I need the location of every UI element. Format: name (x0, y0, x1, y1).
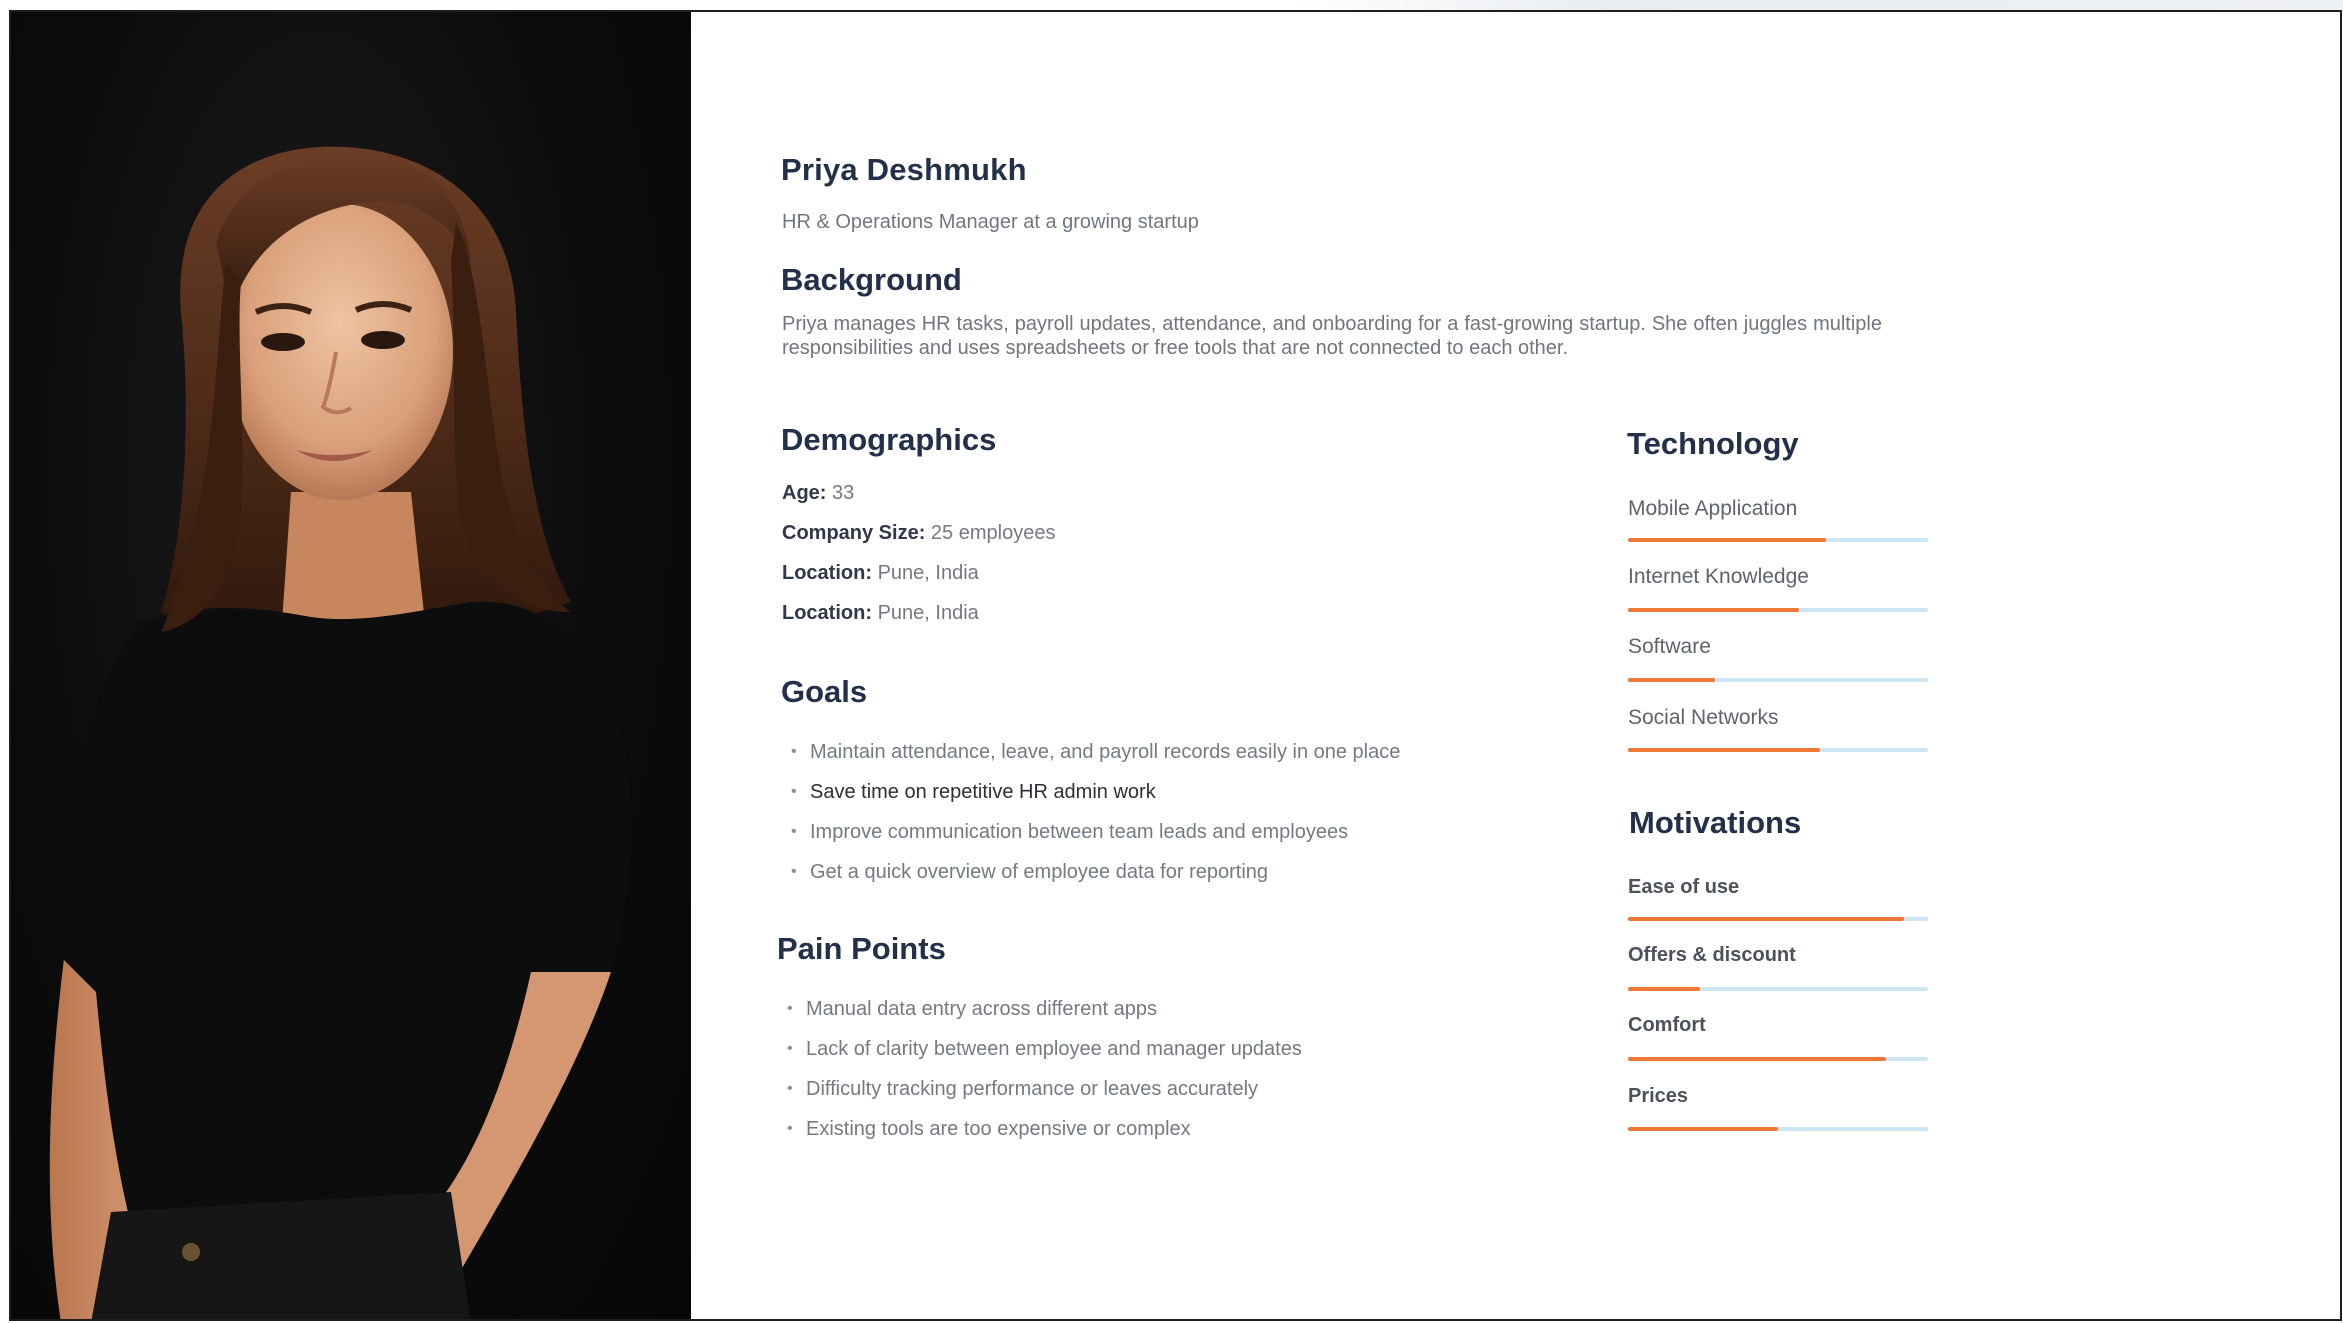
motivation-bar-ease-of-use (1628, 917, 1928, 921)
background-heading: Background (781, 262, 962, 297)
goals-list: Maintain attendance, leave, and payroll … (781, 740, 1400, 900)
top-edge-shade (1290, 0, 2343, 10)
pain-point-item: Lack of clarity between employee and man… (777, 1037, 1302, 1077)
technology-heading: Technology (1627, 426, 1799, 461)
persona-photo (11, 12, 691, 1319)
technology-bar-mobile-application (1628, 538, 1928, 542)
persona-name: Priya Deshmukh (781, 152, 1027, 187)
persona-role: HR & Operations Manager at a growing sta… (782, 211, 1199, 233)
technology-bar-social-networks (1628, 748, 1928, 752)
technology-bar-software (1628, 678, 1928, 682)
motivation-label-offers-discount: Offers & discount (1628, 944, 1796, 966)
technology-label-social-networks: Social Networks (1628, 706, 1779, 729)
demographics-row-location-2: Location: Pune, India (782, 602, 979, 624)
pain-point-item: Manual data entry across different apps (777, 997, 1302, 1037)
motivation-label-ease-of-use: Ease of use (1628, 876, 1740, 898)
pain-points-list: Manual data entry across different apps … (777, 997, 1302, 1157)
motivation-bar-comfort (1628, 1057, 1928, 1061)
technology-bar-fill (1628, 538, 1826, 542)
demographics-row-location: Location: Pune, India (782, 562, 979, 584)
motivation-bar-offers-discount (1628, 987, 1928, 991)
motivation-bar-prices (1628, 1127, 1928, 1131)
motivation-bar-fill (1628, 1057, 1886, 1061)
technology-bar-fill (1628, 748, 1820, 752)
motivation-bar-fill (1628, 1127, 1778, 1131)
goal-item: Maintain attendance, leave, and payroll … (781, 740, 1400, 780)
goal-item: Get a quick overview of employee data fo… (781, 860, 1400, 900)
goal-item: Save time on repetitive HR admin work (781, 780, 1400, 820)
motivations-heading: Motivations (1629, 805, 1802, 840)
motivation-label-prices: Prices (1628, 1085, 1689, 1107)
technology-label-software: Software (1628, 635, 1711, 658)
demographics-row-company-size: Company Size: 25 employees (782, 522, 1056, 544)
technology-label-mobile-application: Mobile Application (1628, 497, 1798, 520)
pain-point-item: Existing tools are too expensive or comp… (777, 1117, 1302, 1157)
motivation-bar-fill (1628, 987, 1700, 991)
demographics-row-age: Age: 33 (782, 482, 855, 504)
technology-bar-fill (1628, 678, 1715, 682)
technology-bar-internet-knowledge (1628, 608, 1928, 612)
demographics-heading: Demographics (781, 422, 997, 457)
portrait-illustration (49, 146, 632, 1319)
goal-item: Improve communication between team leads… (781, 820, 1400, 860)
goals-heading: Goals (781, 674, 868, 709)
background-text: Priya manages HR tasks, payroll updates,… (782, 313, 1882, 359)
motivation-bar-fill (1628, 917, 1904, 921)
technology-label-internet-knowledge: Internet Knowledge (1628, 565, 1809, 588)
persona-card: Priya Deshmukh HR & Operations Manager a… (9, 10, 2342, 1321)
pain-points-heading: Pain Points (777, 931, 946, 966)
technology-bar-fill (1628, 608, 1799, 612)
pain-point-item: Difficulty tracking performance or leave… (777, 1077, 1302, 1117)
motivation-label-comfort: Comfort (1628, 1014, 1706, 1036)
